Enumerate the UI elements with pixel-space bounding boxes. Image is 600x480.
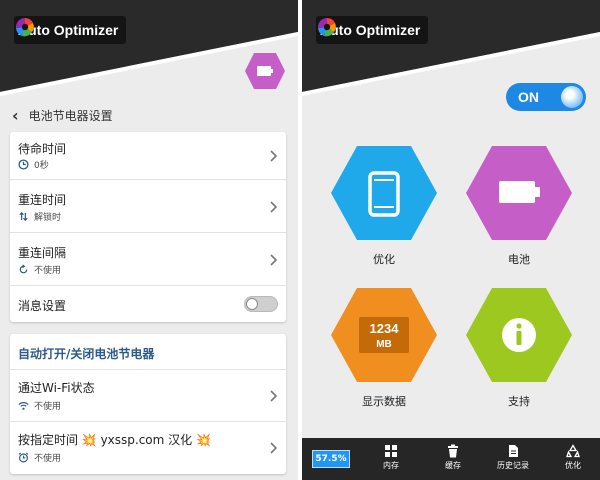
chevron-right-icon (270, 201, 278, 213)
setting-label: 重连时间 (18, 193, 67, 207)
setting-value: 不使用 (34, 402, 62, 412)
power-toggle-label: ON (518, 89, 539, 105)
wifi-icon (18, 402, 29, 410)
setting-label: 通过Wi-Fi状态 (18, 381, 95, 395)
info-icon (502, 318, 536, 352)
hex-label: 电池 (508, 253, 530, 266)
setting-label: 按指定时间 💥 yxssp.com 汉化 💥 (18, 433, 211, 447)
chevron-right-icon (270, 254, 278, 266)
battery-hex-button[interactable] (465, 145, 573, 245)
notification-toggle[interactable] (244, 296, 278, 312)
clock-icon (18, 159, 29, 170)
support-hex-button[interactable] (465, 287, 573, 387)
nav-label: 缓存 (445, 461, 461, 470)
hex-label: 显示数据 (362, 395, 406, 408)
setting-value: 0秒 (34, 161, 49, 171)
power-toggle[interactable]: ON (506, 83, 586, 111)
trash-icon (448, 444, 458, 458)
battery-icon (257, 66, 273, 76)
dashboard-screen: Auto Optimizer ON 优化 电池 1234 MB 显示数据 支持 … (302, 0, 600, 480)
setting-value-wrap: 不使用 (18, 263, 61, 276)
recycle-icon (566, 444, 580, 458)
nav-memory[interactable]: 内存 (366, 444, 416, 471)
settings-card: 待命时间 0秒 重连时间 解锁时 重连间隔 不使用 消息设置 (10, 132, 286, 322)
refresh-icon (19, 264, 28, 274)
usage-badge: 57.5% (312, 450, 350, 468)
chevron-right-icon (270, 442, 278, 454)
settings-header: ‹ 电池节电器设置 (12, 104, 113, 126)
setting-row-schedule[interactable]: 按指定时间 💥 yxssp.com 汉化 💥 不使用 (10, 422, 286, 474)
document-icon (509, 445, 518, 457)
setting-label: 消息设置 (18, 299, 67, 313)
setting-value: 不使用 (34, 454, 62, 464)
app-logo-icon (15, 17, 34, 37)
setting-row-notifications: 消息设置 (10, 286, 286, 322)
setting-row-wifi[interactable]: 通过Wi-Fi状态 不使用 (10, 370, 286, 422)
optimize-hex-button[interactable] (330, 145, 438, 245)
grid-icon (385, 445, 397, 457)
setting-label: 重连间隔 (18, 246, 67, 260)
nav-cache[interactable]: 缓存 (428, 444, 478, 471)
setting-row-reconnect-interval[interactable]: 重连间隔 不使用 (10, 233, 286, 286)
nav-label: 历史记录 (497, 461, 529, 470)
section-header: 自动打开/关闭电池节电器 (10, 334, 286, 370)
alarm-icon (18, 452, 29, 463)
app-title-bar: Auto Optimizer (14, 16, 127, 44)
hex-label: 优化 (373, 253, 395, 266)
battery-hex-button[interactable] (244, 52, 286, 90)
page-title: 电池节电器设置 (28, 108, 113, 123)
setting-value: 不使用 (34, 266, 62, 276)
settings-screen: Auto Optimizer ‹ 电池节电器设置 待命时间 0秒 重连时间 解锁… (0, 0, 298, 480)
nav-optimize[interactable]: 优化 (548, 444, 598, 471)
setting-value-wrap: 解锁时 (18, 210, 61, 223)
setting-value-wrap: 不使用 (18, 451, 61, 464)
setting-row-reconnect-time[interactable]: 重连时间 解锁时 (10, 180, 286, 233)
back-arrow-icon[interactable]: ‹ (12, 106, 19, 125)
setting-label: 待命时间 (18, 142, 67, 156)
nav-history[interactable]: 历史记录 (488, 444, 538, 471)
nav-label: 优化 (565, 461, 581, 470)
toggle-knob (561, 86, 583, 108)
setting-value-wrap: 不使用 (18, 399, 61, 412)
chevron-right-icon (270, 150, 278, 162)
battery-icon (499, 181, 540, 203)
app-logo-icon (317, 17, 336, 37)
nav-label: 内存 (383, 461, 399, 470)
hex-label: 支持 (508, 395, 530, 408)
updown-arrows-icon (19, 211, 28, 222)
setting-value-wrap: 0秒 (18, 158, 49, 171)
setting-value: 解锁时 (34, 213, 62, 223)
memory-value: 1234 (370, 321, 400, 336)
display-data-hex-button[interactable]: 1234 MB (330, 287, 438, 387)
section-title: 自动打开/关闭电池节电器 (18, 347, 155, 361)
toggle-knob (246, 298, 258, 310)
chevron-right-icon (270, 390, 278, 402)
auto-toggle-card: 自动打开/关闭电池节电器 通过Wi-Fi状态 不使用 按指定时间 💥 yxssp… (10, 334, 286, 474)
memory-readout-icon: 1234 MB (359, 317, 409, 353)
bottom-nav-bar: 57.5% 内存 缓存 历史记录 优化 (302, 438, 600, 480)
memory-unit: MB (376, 339, 392, 350)
setting-row-standby[interactable]: 待命时间 0秒 (10, 132, 286, 180)
app-title-bar: Auto Optimizer (316, 16, 429, 44)
